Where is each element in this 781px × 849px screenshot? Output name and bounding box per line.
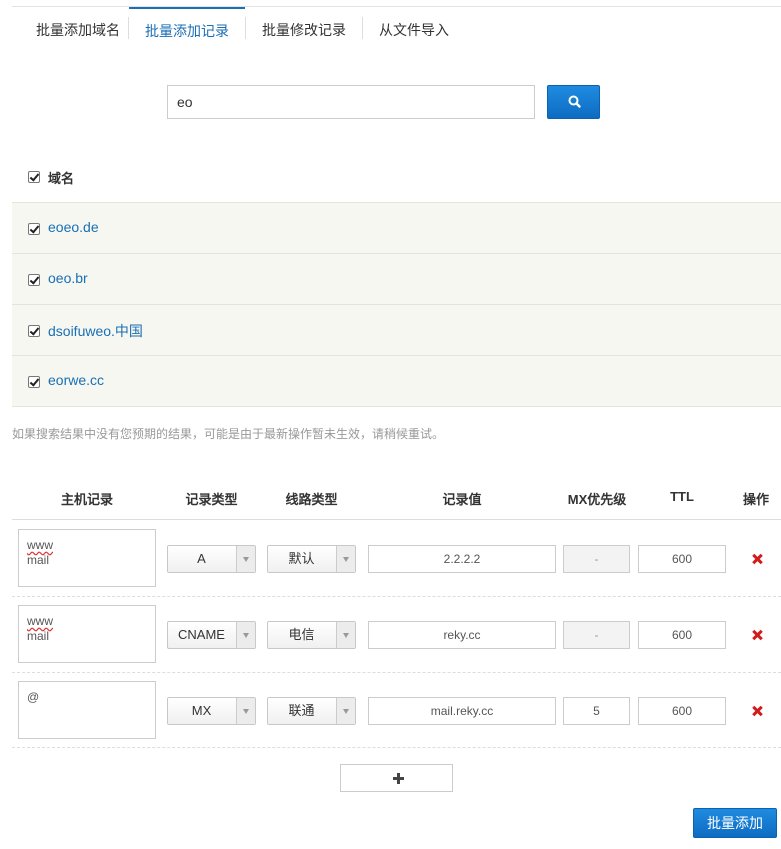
ttl-input[interactable]: 600 [638, 697, 726, 725]
tab-divider [245, 17, 246, 39]
record-type-select[interactable]: A [167, 545, 256, 573]
line-type-value: 联通 [288, 703, 315, 718]
domain-checkbox[interactable] [28, 325, 40, 337]
chevron-down-icon [336, 622, 355, 648]
record-type-select[interactable]: CNAME [167, 621, 256, 649]
domain-column-label: 域名 [48, 171, 75, 186]
search-notice: 如果搜索结果中没有您预期的结果，可能是由于最新操作暂未生效，请稍候重试。 [12, 427, 445, 441]
mx-priority-input: - [563, 545, 630, 573]
delete-icon[interactable] [751, 629, 763, 641]
search-button[interactable] [547, 85, 600, 119]
delete-icon[interactable] [751, 705, 763, 717]
ttl-input[interactable]: 600 [638, 621, 726, 649]
host-record-textarea[interactable]: www mail [18, 529, 156, 587]
table-header-divider [12, 519, 781, 520]
host-record-textarea[interactable]: @ [18, 681, 156, 739]
line-type-select[interactable]: 默认 [267, 545, 356, 573]
header-ttl: TTL [670, 489, 694, 504]
search-icon [568, 95, 581, 108]
header-value: 记录值 [442, 492, 482, 507]
row-divider [12, 672, 781, 673]
host-record-line: www [27, 538, 53, 552]
tab-batch-add-record[interactable]: 批量添加记录 [129, 7, 245, 53]
tab-batch-edit-record[interactable]: 批量修改记录 [258, 7, 350, 53]
domain-row[interactable]: eorwe.cc [12, 355, 781, 406]
ttl-input[interactable]: 600 [638, 545, 726, 573]
host-record-line: mail [27, 553, 50, 567]
add-row-button[interactable] [340, 764, 453, 792]
domain-checkbox[interactable] [28, 376, 40, 388]
chevron-down-icon [336, 698, 355, 724]
record-value-input[interactable]: reky.cc [368, 621, 556, 649]
domain-row[interactable]: oeo.br [12, 253, 781, 304]
select-all-checkbox[interactable] [28, 171, 40, 183]
domain-checkbox[interactable] [28, 274, 40, 286]
tab-bar: 批量添加域名 批量添加记录 批量修改记录 从文件导入 [12, 7, 781, 53]
host-record-line: @ [27, 690, 40, 704]
domain-row[interactable]: dsoifuweo.中国 [12, 304, 781, 355]
row-divider [12, 596, 781, 597]
line-type-select[interactable]: 联通 [267, 697, 356, 725]
host-record-textarea[interactable]: www mail [18, 605, 156, 663]
chevron-down-icon [236, 698, 255, 724]
delete-icon[interactable] [751, 553, 763, 565]
domain-list-header: 域名 [12, 154, 781, 202]
domain-link[interactable]: dsoifuweo.中国 [48, 321, 143, 341]
search-input[interactable]: eo [167, 85, 535, 119]
chevron-down-icon [336, 546, 355, 572]
record-type-value: A [197, 551, 206, 566]
domain-list-divider [12, 406, 781, 407]
mx-priority-input: - [563, 621, 630, 649]
record-value-input[interactable]: 2.2.2.2 [368, 545, 556, 573]
tab-divider [362, 17, 363, 39]
chevron-down-icon [236, 622, 255, 648]
domain-link[interactable]: eorwe.cc [48, 372, 104, 388]
chevron-down-icon [236, 546, 255, 572]
record-value-input[interactable]: mail.reky.cc [368, 697, 556, 725]
record-type-value: MX [191, 703, 212, 718]
header-mx: MX优先级 [567, 492, 627, 507]
line-type-value: 默认 [288, 551, 315, 566]
record-type-select[interactable]: MX [167, 697, 256, 725]
mx-priority-input[interactable]: 5 [563, 697, 630, 725]
line-type-value: 电信 [288, 627, 315, 642]
record-type-value: CNAME [178, 627, 225, 642]
domain-row[interactable]: eoeo.de [12, 202, 781, 253]
header-action: 操作 [742, 492, 769, 507]
batch-add-button[interactable]: 批量添加 [693, 808, 777, 838]
header-type: 记录类型 [185, 492, 238, 507]
host-record-line: www [27, 614, 53, 628]
header-host: 主机记录 [60, 492, 113, 507]
tab-import-from-file[interactable]: 从文件导入 [376, 7, 452, 53]
tab-batch-add-domain[interactable]: 批量添加域名 [28, 7, 128, 53]
domain-link[interactable]: oeo.br [48, 270, 88, 286]
row-divider [12, 747, 781, 748]
header-line: 线路类型 [285, 492, 338, 507]
host-record-line: mail [27, 629, 50, 643]
domain-link[interactable]: eoeo.de [48, 219, 99, 235]
line-type-select[interactable]: 电信 [267, 621, 356, 649]
domain-checkbox[interactable] [28, 223, 40, 235]
